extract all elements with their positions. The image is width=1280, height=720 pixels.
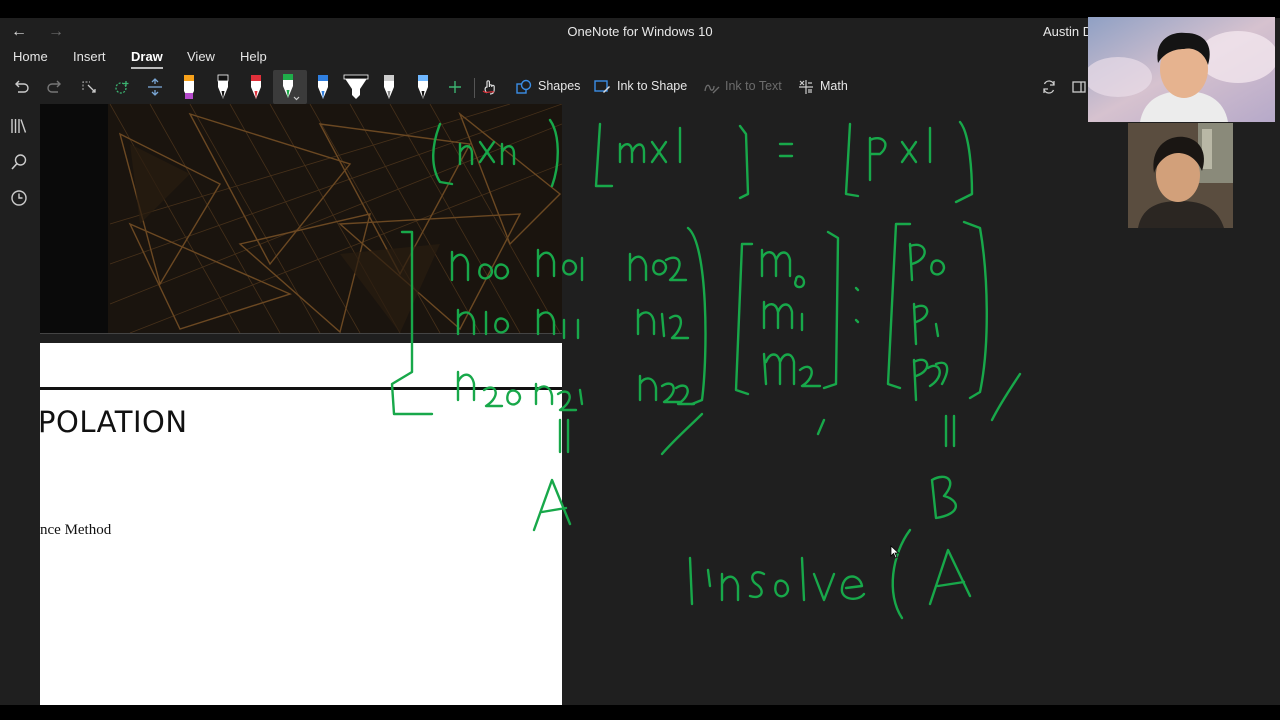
- cursor-icon: [890, 545, 900, 564]
- gray-pencil[interactable]: [378, 70, 400, 104]
- green-pen-selected[interactable]: [273, 70, 307, 104]
- note-canvas[interactable]: POLATION nce Method: [40, 104, 1280, 705]
- black-pen[interactable]: [212, 70, 234, 104]
- user-name[interactable]: Austin D: [1043, 24, 1092, 39]
- math-icon[interactable]: [796, 70, 816, 104]
- shapes-icon[interactable]: [514, 70, 534, 104]
- ribbon-divider: [474, 78, 475, 98]
- left-navigation: [0, 104, 40, 705]
- ink-to-text-icon[interactable]: [701, 70, 721, 104]
- tab-view[interactable]: View: [187, 49, 215, 64]
- eraser-icon[interactable]: [111, 70, 133, 104]
- recent-icon[interactable]: [9, 188, 31, 210]
- webcam-presenter: [1088, 17, 1275, 122]
- ink-to-shape-label[interactable]: Ink to Shape: [617, 79, 687, 93]
- tab-help[interactable]: Help: [240, 49, 267, 64]
- redo-icon[interactable]: [44, 70, 66, 104]
- search-icon[interactable]: [9, 152, 31, 174]
- light-blue-pen[interactable]: [412, 70, 434, 104]
- tab-home[interactable]: Home: [13, 49, 48, 64]
- webcam-participant: [1128, 123, 1233, 228]
- green-ink-drawing[interactable]: [40, 104, 1280, 705]
- math-label[interactable]: Math: [820, 79, 848, 93]
- add-space-icon[interactable]: [144, 70, 166, 104]
- notebooks-icon[interactable]: [9, 116, 31, 138]
- undo-icon[interactable]: [10, 70, 32, 104]
- tab-draw[interactable]: Draw: [131, 49, 163, 69]
- touch-draw-icon[interactable]: [479, 70, 501, 104]
- sync-icon[interactable]: [1038, 70, 1060, 104]
- lasso-select-icon[interactable]: [78, 70, 100, 104]
- notebook-view-icon[interactable]: [1068, 70, 1090, 104]
- highlighter-orange-pen[interactable]: [178, 70, 200, 104]
- ink-to-text-label[interactable]: Ink to Text: [725, 79, 782, 93]
- shapes-label[interactable]: Shapes: [538, 79, 580, 93]
- red-pen[interactable]: [245, 70, 267, 104]
- blue-pen[interactable]: [312, 70, 334, 104]
- add-pen-icon[interactable]: [444, 70, 466, 104]
- black-highlighter[interactable]: [342, 70, 370, 104]
- tab-insert[interactable]: Insert: [73, 49, 106, 64]
- ink-to-shape-icon[interactable]: [592, 70, 612, 104]
